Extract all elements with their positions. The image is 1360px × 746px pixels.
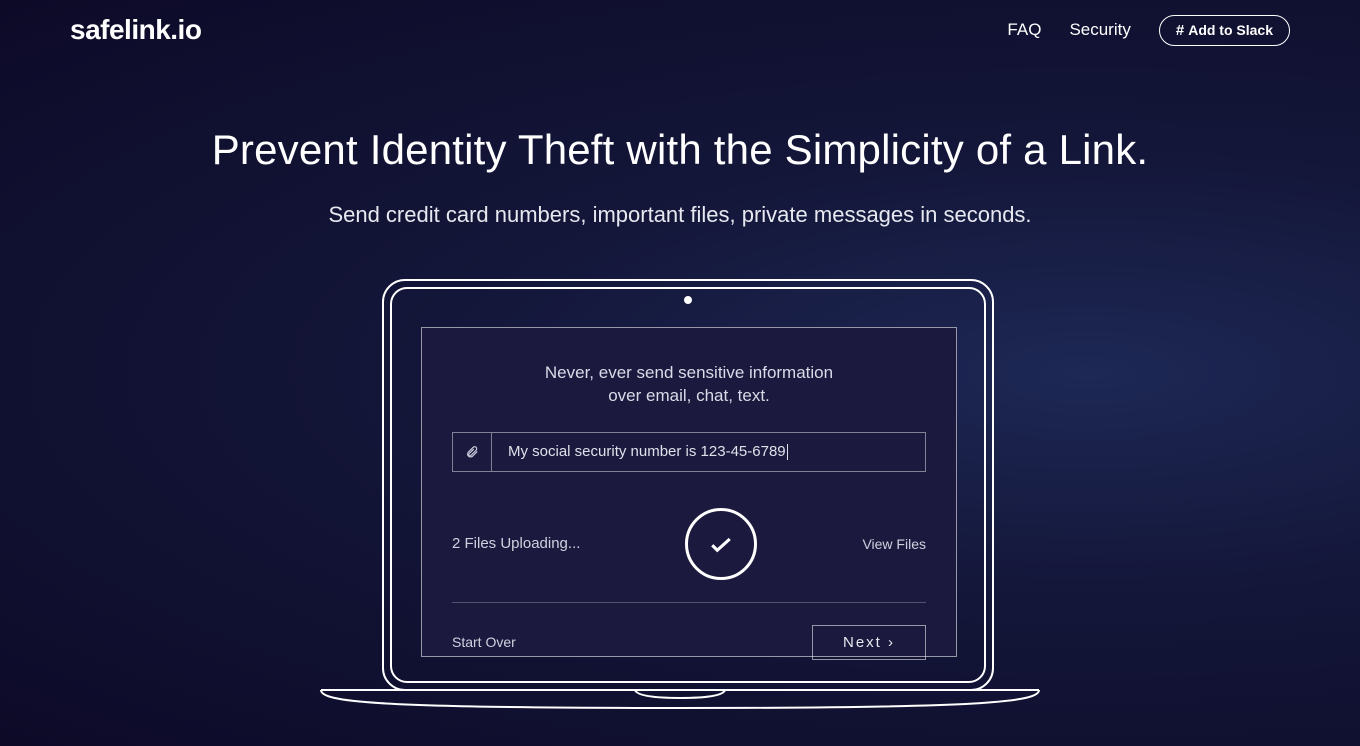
add-to-slack-button[interactable]: # Add to Slack: [1159, 15, 1290, 46]
upload-check-circle: [685, 508, 757, 580]
start-over-link[interactable]: Start Over: [452, 634, 516, 650]
hero-subtitle: Send credit card numbers, important file…: [0, 202, 1360, 228]
logo[interactable]: safelink.io: [70, 14, 201, 46]
upload-status: 2 Files Uploading...: [452, 535, 580, 552]
upload-row: 2 Files Uploading... View Files: [452, 508, 926, 580]
view-files-link[interactable]: View Files: [862, 536, 926, 552]
slack-icon: #: [1176, 22, 1184, 39]
divider: [452, 602, 926, 603]
nav-link-faq[interactable]: FAQ: [1007, 20, 1041, 40]
attach-file-button[interactable]: [452, 432, 492, 472]
next-button[interactable]: Next ›: [812, 625, 926, 660]
checkmark-icon: [706, 529, 736, 559]
screen-footer: Start Over Next ›: [452, 625, 926, 660]
secret-input-value: My social security number is 123-45-6789: [508, 443, 786, 460]
hero: Prevent Identity Theft with the Simplici…: [0, 126, 1360, 228]
nav-link-security[interactable]: Security: [1069, 20, 1130, 40]
screen-title: Never, ever send sensitive information o…: [452, 362, 926, 408]
paperclip-icon: [465, 443, 479, 461]
secret-input[interactable]: My social security number is 123-45-6789: [492, 432, 926, 472]
slack-button-label: Add to Slack: [1188, 22, 1273, 38]
input-row: My social security number is 123-45-6789: [452, 432, 926, 472]
app-screen: Never, ever send sensitive information o…: [421, 327, 957, 657]
hero-title: Prevent Identity Theft with the Simplici…: [0, 126, 1360, 174]
nav: FAQ Security # Add to Slack: [1007, 15, 1290, 46]
laptop-illustration: Never, ever send sensitive information o…: [315, 276, 1045, 711]
header: safelink.io FAQ Security # Add to Slack: [0, 0, 1360, 46]
text-cursor: [787, 444, 788, 460]
